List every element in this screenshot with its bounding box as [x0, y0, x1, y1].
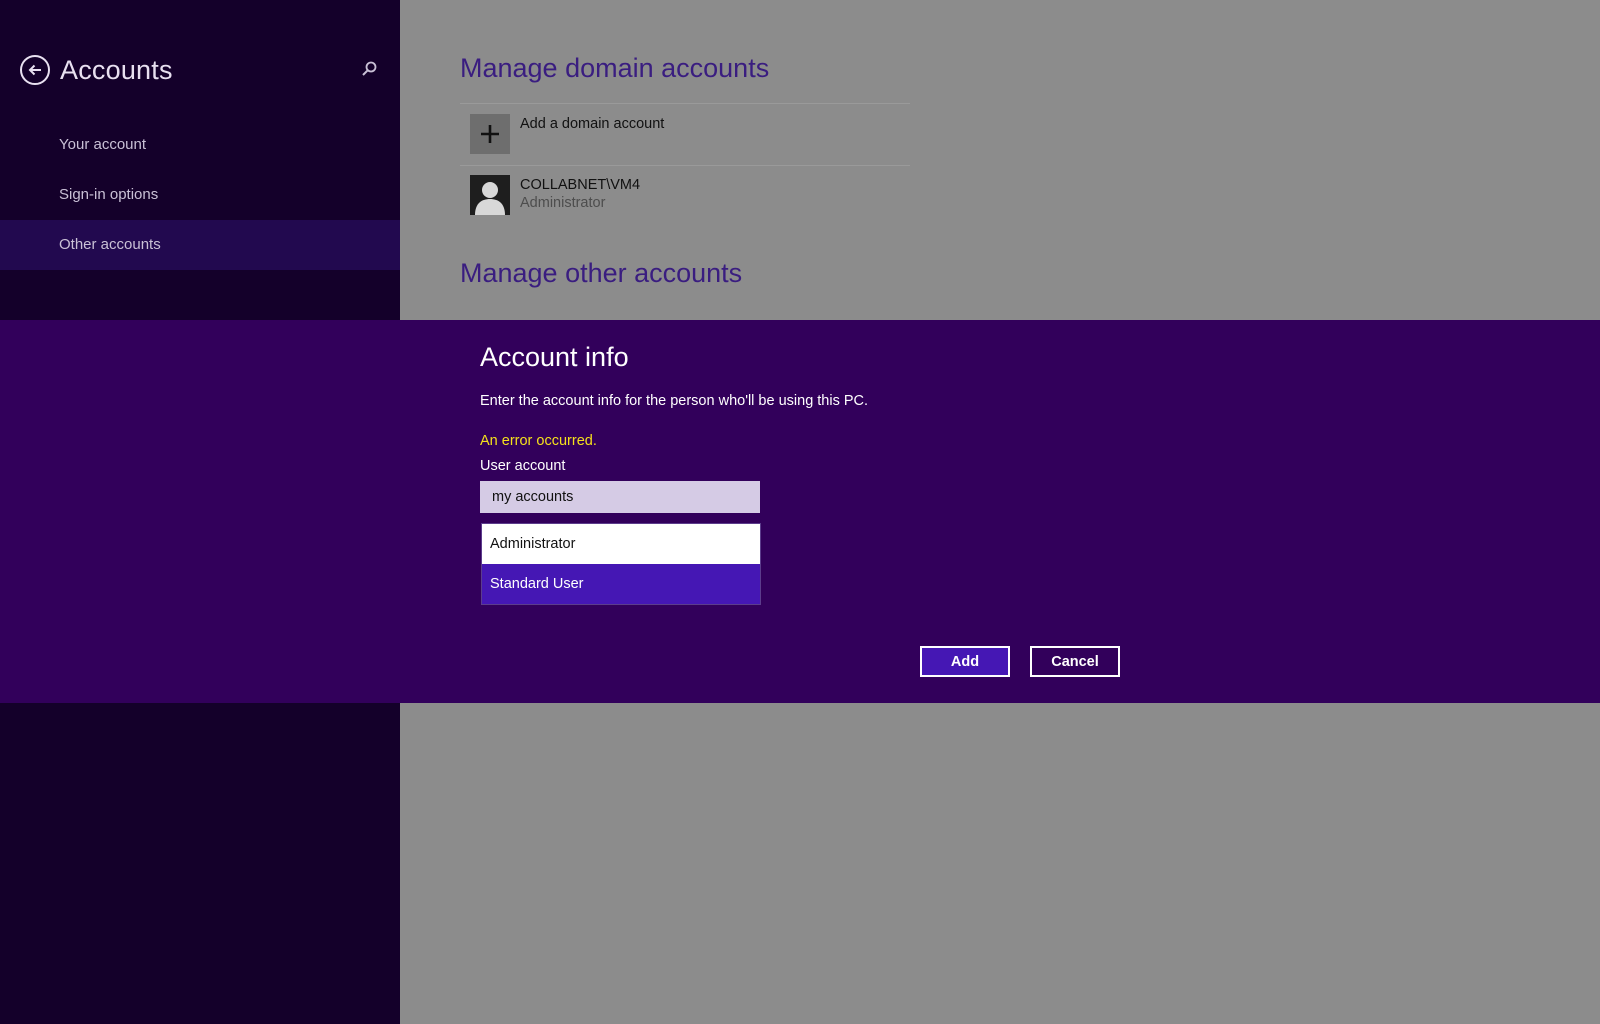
account-type-dropdown: Administrator Standard User [481, 523, 761, 605]
sidebar-item-sign-in-options[interactable]: Sign-in options [0, 170, 400, 220]
account-role: Administrator [520, 195, 606, 211]
plus-icon [481, 125, 499, 143]
sidebar-nav: Your account Sign-in options Other accou… [0, 120, 400, 270]
dropdown-option-standard-user[interactable]: Standard User [482, 564, 760, 604]
search-icon [362, 61, 377, 76]
other-section-title: Manage other accounts [460, 258, 743, 288]
domain-section-title: Manage domain accounts [460, 53, 770, 83]
user-icon [475, 182, 505, 215]
domain-account-text: COLLABNET\VM4 Administrator [520, 165, 640, 211]
sidebar-header: Accounts [20, 52, 380, 88]
sidebar-item-your-account[interactable]: Your account [0, 120, 400, 170]
dialog-title: Account info [480, 342, 629, 372]
avatar [470, 175, 510, 215]
error-message: An error occurred. [480, 433, 597, 449]
cancel-button[interactable]: Cancel [1030, 646, 1120, 677]
sidebar-item-label: Other accounts [59, 236, 161, 253]
sidebar-item-label: Your account [59, 136, 147, 153]
user-account-input[interactable] [480, 481, 760, 513]
add-domain-label: Add a domain account [520, 116, 665, 132]
user-account-label: User account [480, 458, 566, 474]
page-title: Accounts [60, 54, 173, 85]
account-info-dialog: Account info Enter the account info for … [0, 320, 1600, 703]
account-name: COLLABNET\VM4 [520, 177, 641, 193]
sidebar-item-other-accounts[interactable]: Other accounts [0, 220, 400, 270]
add-tile [470, 114, 510, 154]
add-button[interactable]: Add [920, 646, 1010, 677]
domain-account-item[interactable]: COLLABNET\VM4 Administrator [460, 165, 910, 225]
add-domain-account-button[interactable]: Add a domain account [460, 104, 910, 164]
dropdown-option-administrator[interactable]: Administrator [482, 524, 760, 564]
back-arrow-icon [28, 64, 41, 76]
search-button[interactable] [358, 58, 380, 80]
back-button[interactable] [20, 55, 50, 85]
dialog-description: Enter the account info for the person wh… [480, 393, 869, 409]
add-domain-text: Add a domain account [520, 104, 664, 132]
sidebar-item-label: Sign-in options [59, 186, 159, 203]
